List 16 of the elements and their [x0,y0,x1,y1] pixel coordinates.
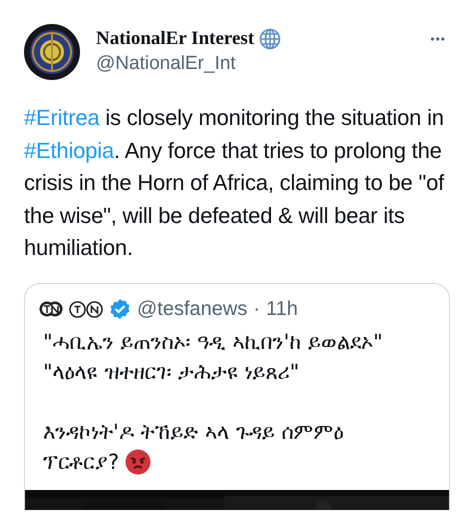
quoted-text-line: "ላዕላዩ ዝተዘርገ፡ ታሕታዩ ነይጸሪ" [43,358,300,386]
author-name[interactable]: NationalEr Interest [96,28,254,50]
author-handle[interactable]: @NationalEr_Int [96,53,414,75]
quoted-text-line: እንዳኮነት'ዶ ትኸይድ ኣላ ጉዳይ ሰምምዕ [43,418,344,446]
quoted-text-line: ፕርቶርያ? [43,448,120,476]
logo-icon [39,301,63,317]
angry-emoji-icon [125,448,152,474]
tweet-text: #Eritrea is closely monitoring the situation in #Ethiopia. Any force that tries to prolong the crisis in the Horn of Africa, claiming to be "of the wise", will be defeated & will bear its humiliation. [24,104,446,262]
quoted-handle[interactable]: @tesfanews [137,298,248,320]
quoted-tweet-card[interactable]: @tesfanews · 11h "ሓቢኤን ይጠንስኦ፡ ዓዲ ኣኪበን'ከ ይወልደኦ" "ላዕላዩ ዝተዘርገ፡ ታሕታዩ ነይጸሪ" እንዳኮነት'ዶ ትኸይድ ኣላ ጉዳይ ሰምምዕ ፕርቶርያ? [24,282,450,510]
timestamp[interactable]: 11h [266,298,298,320]
more-options-icon[interactable]: ••• [430,24,446,46]
avatar-logo-icon [69,300,103,318]
globe-icon [259,28,282,50]
quoted-text-line: "ሓቢኤን ይጠንስኦ፡ ዓዲ ኣኪበን'ከ ይወልደኦ" [43,328,383,356]
separator: · [253,298,260,320]
